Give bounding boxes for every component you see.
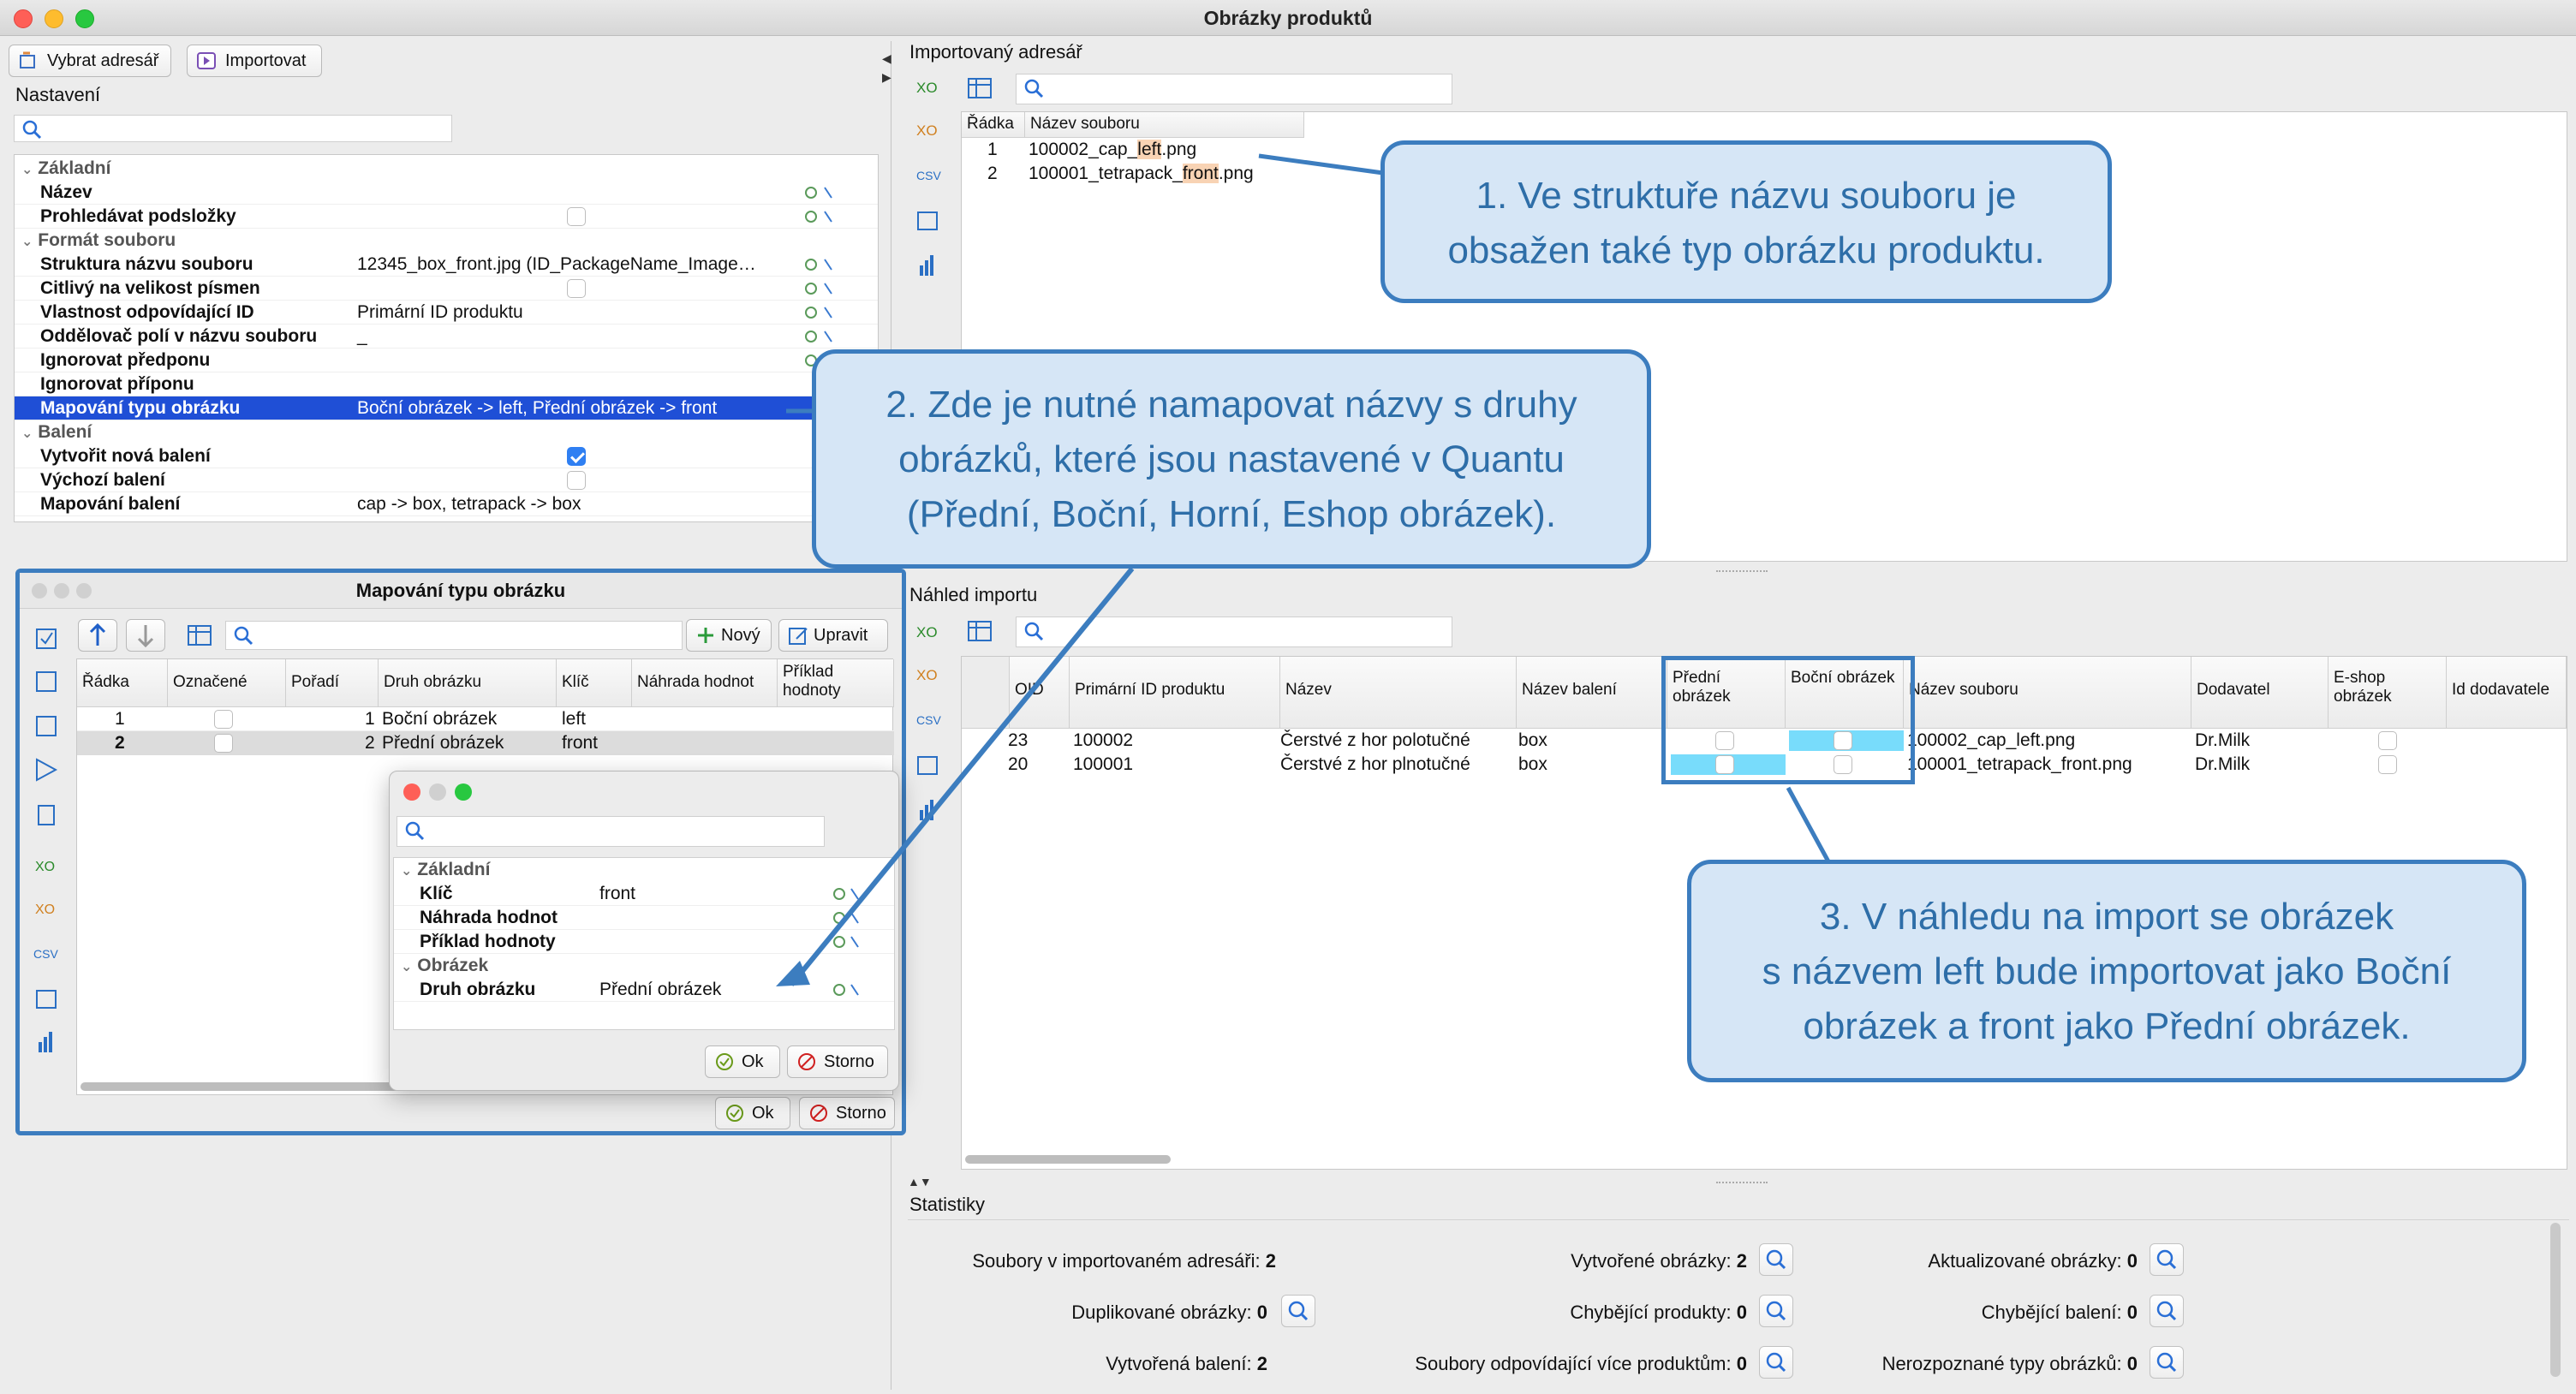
callout-3-line-1: 3. V náhledu na import se obrázek [1819,896,2394,938]
callout-2-line-2: obrázků, které jsou nastavené v Quantu [898,438,1565,480]
callout-3: 3. V náhledu na import se obrázek s názv… [1687,860,2526,1082]
callout-1-line-2: obsažen také typ obrázku produktu. [1447,229,2045,271]
callout-2-line-3: (Přední, Boční, Horní, Eshop obrázek). [906,493,1557,535]
app-window: Obrázky produktů Vybrat adresář Importov… [0,0,2576,1394]
callout-1: 1. Ve struktuře názvu souboru je obsažen… [1380,140,2112,303]
callout-2: 2. Zde je nutné namapovat názvy s druhy … [812,349,1651,569]
callout-3-line-3: obrázek a front jako Přední obrázek. [1803,1005,2411,1047]
callout-1-line-1: 1. Ve struktuře názvu souboru je [1476,175,2017,217]
callout-2-line-1: 2. Zde je nutné namapovat názvy s druhy [886,384,1577,426]
callout-3-line-2: s názvem left bude importovat jako Boční [1762,950,2452,992]
annotation-connectors [776,153,1832,986]
